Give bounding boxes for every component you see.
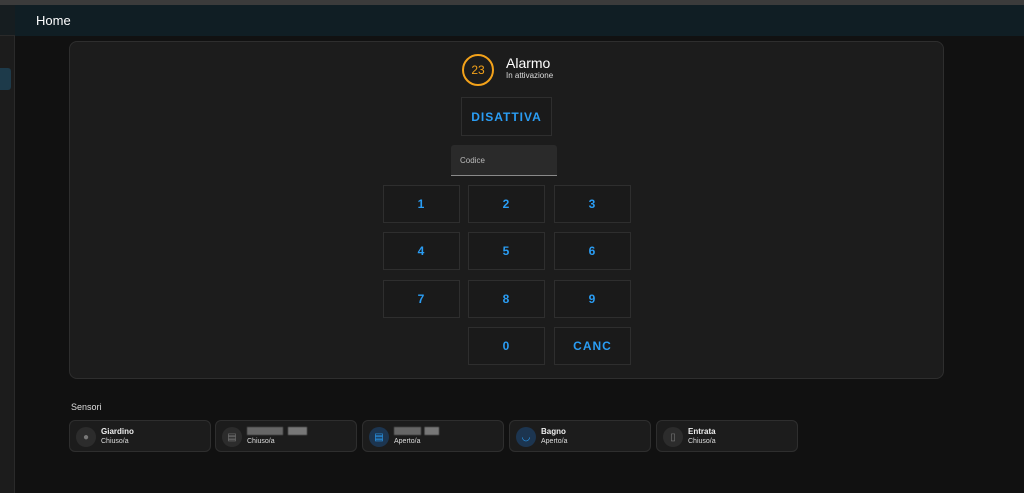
sensor-tile[interactable]: ◡ Bagno Aperto/a <box>509 420 651 452</box>
key-7[interactable]: 7 <box>383 280 460 318</box>
tree-icon: ● <box>76 427 96 447</box>
alarm-state: In attivazione <box>506 71 554 80</box>
sensor-state: Chiuso/a <box>101 438 129 445</box>
sensor-state: Chiuso/a <box>247 438 275 445</box>
code-label: Codice <box>460 156 485 165</box>
sensor-state: Aperto/a <box>541 438 568 445</box>
sensors-heading: Sensori <box>71 402 102 412</box>
key-5[interactable]: 5 <box>468 232 545 270</box>
sidebar-item-selected[interactable] <box>0 68 11 90</box>
page-title: Home <box>36 13 71 28</box>
sensor-tile[interactable]: ▤ Aperto/a <box>362 420 504 452</box>
toilet-icon: ◡ <box>516 427 536 447</box>
key-1[interactable]: 1 <box>383 185 460 223</box>
key-2[interactable]: 2 <box>468 185 545 223</box>
sensor-tile[interactable]: ● Giardino Chiuso/a <box>69 420 211 452</box>
sensor-state: Aperto/a <box>394 438 421 445</box>
disarm-button[interactable]: DISATTIVA <box>461 97 552 136</box>
sensor-tile[interactable]: ▤ Chiuso/a <box>215 420 357 452</box>
bed-icon: ▤ <box>222 427 242 447</box>
alarm-name: Alarmo <box>506 55 551 71</box>
sensor-name: Entrata <box>688 427 716 436</box>
door-icon: ▯ <box>663 427 683 447</box>
top-bar: Home <box>15 5 1024 36</box>
sidebar <box>0 5 15 493</box>
sensor-name: Giardino <box>101 427 134 436</box>
sensor-name-redacted <box>394 427 439 437</box>
sensor-name-redacted <box>247 427 307 437</box>
key-9[interactable]: 9 <box>554 280 631 318</box>
key-8[interactable]: 8 <box>468 280 545 318</box>
key-3[interactable]: 3 <box>554 185 631 223</box>
key-6[interactable]: 6 <box>554 232 631 270</box>
sidebar-header <box>0 5 15 36</box>
bed-icon: ▤ <box>369 427 389 447</box>
sensor-state: Chiuso/a <box>688 438 716 445</box>
sensor-tile[interactable]: ▯ Entrata Chiuso/a <box>656 420 798 452</box>
key-4[interactable]: 4 <box>383 232 460 270</box>
countdown-badge: 23 <box>462 54 494 86</box>
sensor-name: Bagno <box>541 427 566 436</box>
key-0[interactable]: 0 <box>468 327 545 365</box>
code-input[interactable]: Codice <box>451 145 557 176</box>
key-cancel[interactable]: CANC <box>554 327 631 365</box>
